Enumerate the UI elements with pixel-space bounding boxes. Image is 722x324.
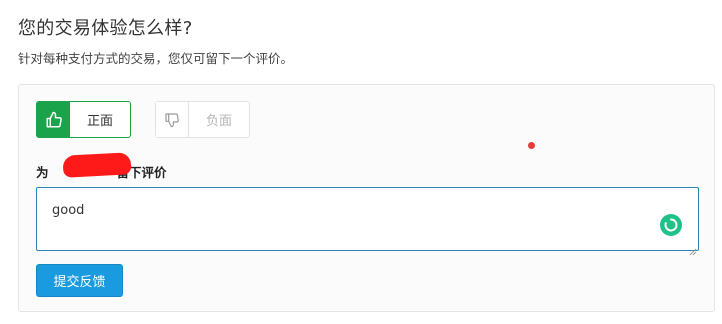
- thumbs-up-icon: [37, 102, 70, 137]
- page-subtitle: 针对每种支付方式的交易，您仅可留下一个评价。: [18, 51, 294, 66]
- rate-positive-label: 正面: [86, 114, 113, 129]
- rate-negative-label: 负面: [205, 114, 232, 129]
- review-textarea[interactable]: good: [36, 187, 699, 256]
- review-label-start: 为: [36, 165, 49, 180]
- redaction-mark: [62, 152, 132, 178]
- loading-spinner-icon: [660, 214, 682, 236]
- thumbs-down-icon: [156, 102, 189, 137]
- rate-positive-button[interactable]: 正面: [36, 101, 131, 138]
- resize-handle-icon[interactable]: [689, 241, 697, 256]
- review-text-value: good: [52, 203, 85, 218]
- page-title: 您的交易体验怎么样?: [18, 18, 193, 39]
- submit-feedback-button[interactable]: 提交反馈: [36, 264, 123, 297]
- rate-negative-button[interactable]: 负面: [155, 101, 250, 138]
- feedback-card: 正面 负面 为留下评价 good 提交反馈: [18, 84, 715, 312]
- red-dot-marker: [528, 142, 535, 149]
